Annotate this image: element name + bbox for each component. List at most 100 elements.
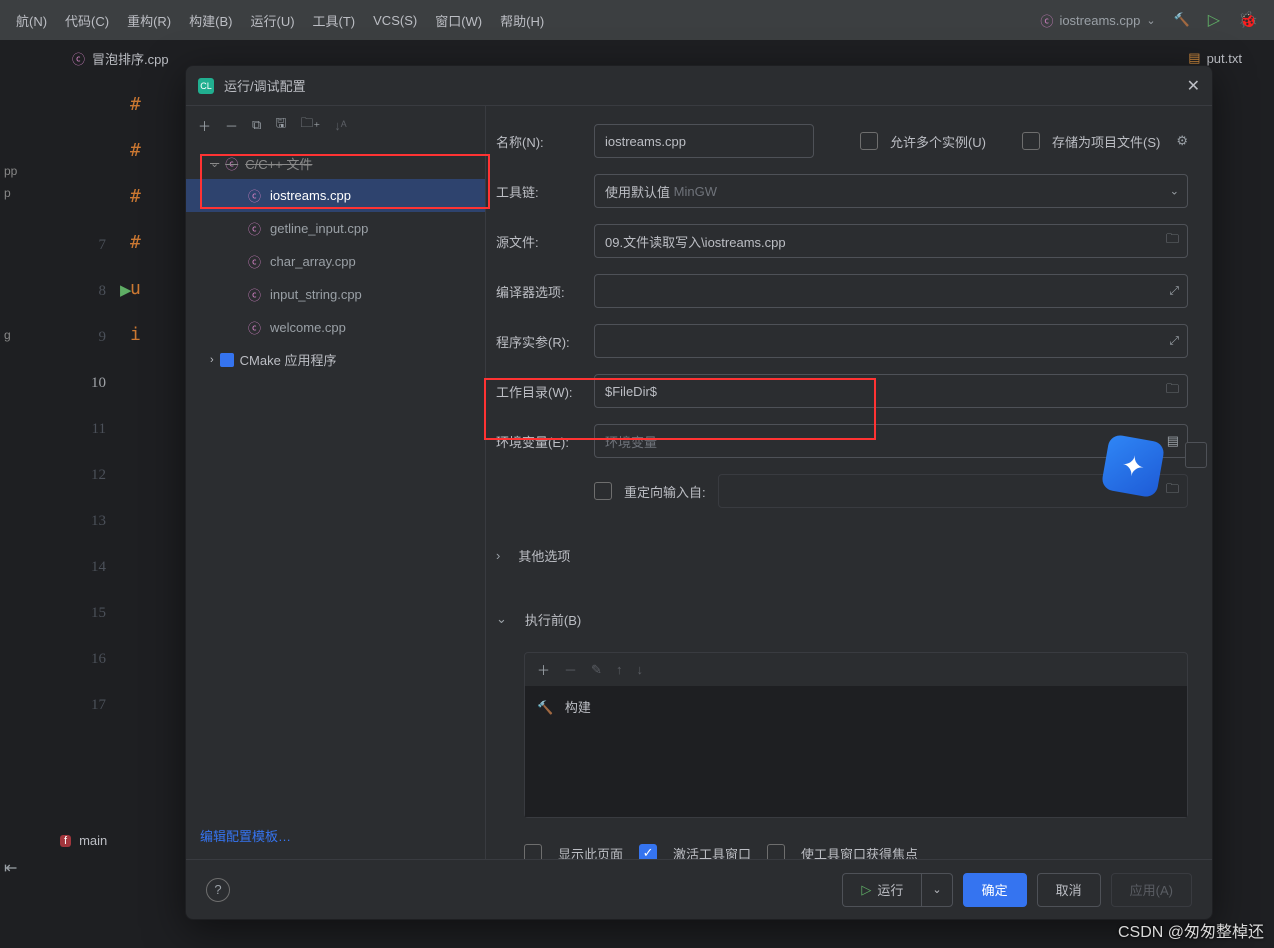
store-project-checkbox[interactable] [1022,132,1040,150]
copy-icon[interactable]: ⧉ [252,117,261,133]
collapse-icon[interactable]: ⇤ [4,858,17,878]
menu-refactor[interactable]: 重构(R) [119,7,179,34]
cancel-button[interactable]: 取消 [1037,873,1101,907]
menu-code[interactable]: 代码(C) [57,7,117,34]
save-icon[interactable]: 🖫 [275,114,286,136]
run-dropdown-button[interactable]: ⌄ [921,873,952,907]
menu-help[interactable]: 帮助(H) [492,7,552,34]
down-icon[interactable]: ↓ [636,662,643,677]
store-project-label: 存储为项目文件(S) [1052,132,1160,151]
left-item[interactable]: p [0,182,30,204]
focus-tool-label: 使工具窗口获得焦点 [801,844,918,860]
source-value: 09.文件读取写入\iostreams.cpp [605,232,786,251]
c-file-icon: ⓒ [248,252,262,271]
close-icon[interactable]: ✕ [1187,76,1200,96]
folder-icon[interactable]: 🗀 [1166,380,1179,402]
run-icon: ▷ [861,882,871,898]
breadcrumb: f main [60,833,107,848]
menu-vcs[interactable]: VCS(S) [365,9,425,32]
workdir-input[interactable]: $FileDir$ 🗀 [594,374,1188,408]
dialog-titlebar: CL 运行/调试配置 ✕ [186,66,1212,106]
tree-item-getline[interactable]: ⓒ getline_input.cpp [186,212,485,245]
help-icon[interactable]: ? [206,878,230,902]
chevron-right-icon: › [210,354,214,366]
redirect-label: 重定向输入自: [624,482,706,501]
config-tree-panel: ＋ － ⧉ 🖫 🗀₊ ↓ᴬ ⌄ ⓒ C/C++ 文件 ⓒ iostreams.c… [186,106,486,859]
tree-item-welcome[interactable]: ⓒ welcome.cpp [186,311,485,344]
env-input[interactable]: 环境变量 ▤ [594,424,1188,458]
hammer-icon: 🔨 [537,700,553,715]
tree-item-iostreams[interactable]: ⓒ iostreams.cpp [186,179,485,212]
tab-label: 冒泡排序.cpp [92,49,169,68]
chevron-down-icon: ⌄ [210,157,219,170]
tree-group-cmake[interactable]: › CMake 应用程序 [186,344,485,375]
name-input[interactable]: iostreams.cpp [594,124,814,158]
c-file-icon: ⓒ [1040,11,1053,30]
editor-tab-0[interactable]: ⓒ 冒泡排序.cpp [60,43,181,74]
before-content[interactable]: 🔨 构建 [525,687,1187,817]
expand-icon[interactable]: ⤢ [1169,334,1179,349]
dialog-footer: ? ▷ 运行 ⌄ 确定 取消 应用(A) [186,859,1212,919]
left-item[interactable]: g [0,324,30,346]
dialog-title: 运行/调试配置 [224,76,306,95]
run-icon[interactable]: ▷ [1200,6,1228,34]
compiler-input[interactable]: ⤢ [594,274,1188,308]
menu-run[interactable]: 运行(U) [242,7,302,34]
folder-add-icon[interactable]: 🗀₊ [300,114,320,136]
show-page-checkbox[interactable] [524,844,542,859]
c-file-icon: ⓒ [248,219,262,238]
line-15: 15 [72,590,106,636]
name-label: 名称(N): [496,132,582,151]
focus-tool-checkbox[interactable] [767,844,785,859]
allow-multi-checkbox[interactable] [860,132,878,150]
breadcrumb-label[interactable]: main [79,833,107,848]
folder-icon[interactable]: 🗀 [1166,230,1179,252]
up-icon[interactable]: ↑ [616,662,623,677]
tab-label: put.txt [1207,51,1242,66]
ok-button[interactable]: 确定 [963,873,1027,907]
chevron-right-icon[interactable]: › [496,548,500,563]
edit-icon[interactable]: ✎ [591,662,602,678]
gear-icon[interactable]: ⚙ [1176,133,1188,149]
editor-code: # # # # u i [130,76,141,358]
gutter-run-icon[interactable]: ▶ [120,268,132,314]
activate-tool-label: 激活工具窗口 [673,844,751,860]
sort-icon[interactable]: ↓ᴬ [334,118,346,133]
menu-build[interactable]: 构建(B) [181,7,240,34]
workdir-label: 工作目录(W): [496,382,582,401]
menu-window[interactable]: 窗口(W) [427,7,490,34]
remove-icon[interactable]: － [564,660,577,679]
menu-tools[interactable]: 工具(T) [305,7,364,34]
edit-templates-link[interactable]: 编辑配置模板… [186,812,485,859]
other-options-section[interactable]: 其他选项 [518,546,570,565]
debug-icon[interactable]: 🐞 [1230,6,1266,34]
add-icon[interactable]: ＋ [198,116,211,135]
left-item[interactable]: pp [0,160,30,182]
list-icon [1185,442,1207,468]
apply-button[interactable]: 应用(A) [1111,873,1192,907]
toolchain-select[interactable]: 使用默认值 MinGW ⌄ [594,174,1188,208]
c-file-icon: ⓒ [248,285,262,304]
line-9: 9 [72,314,106,360]
expand-icon[interactable]: ⤢ [1169,284,1179,299]
menu-nav[interactable]: 航(N) [8,7,55,34]
hammer-icon[interactable]: 🔨 [1166,8,1198,32]
run-config-name: iostreams.cpp [1059,13,1140,28]
before-launch-section[interactable]: 执行前(B) [525,610,581,629]
source-input[interactable]: 09.文件读取写入\iostreams.cpp 🗀 [594,224,1188,258]
toolchain-label: 工具链: [496,182,582,201]
remove-icon[interactable]: － [225,116,238,135]
chevron-down-icon[interactable]: ⌄ [496,611,507,627]
tree-item-chararray[interactable]: ⓒ char_array.cpp [186,245,485,278]
run-button[interactable]: ▷ 运行 [842,873,921,907]
floating-assistant-badge[interactable]: ✦ [1105,438,1169,502]
tree-group-cpp[interactable]: ⌄ ⓒ C/C++ 文件 [186,148,485,179]
run-config-selector[interactable]: ⓒ iostreams.cpp ⌄ [1032,7,1163,34]
line-17: 17 [72,682,106,728]
activate-tool-checkbox[interactable]: ✓ [639,844,657,859]
args-input[interactable]: ⤢ [594,324,1188,358]
tree-item-inputstring[interactable]: ⓒ input_string.cpp [186,278,485,311]
add-icon[interactable]: ＋ [537,660,550,679]
redirect-checkbox[interactable] [594,482,612,500]
item-label: welcome.cpp [270,320,346,335]
